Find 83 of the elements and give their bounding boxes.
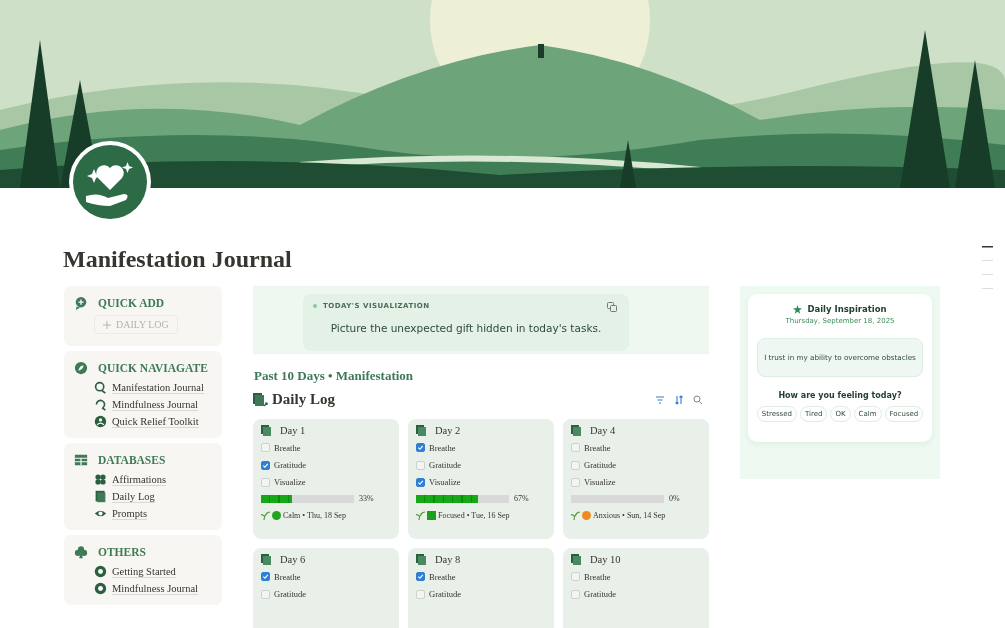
book-icon [416,554,426,565]
mood-date: Calm • Thu, 18 Sep [283,511,346,521]
magnifier-icon [94,381,107,394]
book-icon [261,425,271,436]
sidebar-link[interactable]: Quick Relief Toolkit [94,415,212,428]
checkbox[interactable] [416,443,425,453]
sidebar-link[interactable]: Daily Log [94,490,212,503]
sprout-icon [571,511,580,521]
section-title: QUICK NAVIAGATE [98,362,208,374]
card-title: Day 4 [590,425,616,436]
ring-icon [94,582,107,595]
clover-icon [94,473,107,486]
sidebar-link[interactable]: Manifestation Journal [94,381,212,394]
progress-percent: 0% [669,494,680,504]
checkbox[interactable] [261,572,270,582]
section-title: DATABASES [98,454,166,466]
mood-question: How are you feeling today? [777,391,903,400]
visualization-text: Picture the unexpected gift hidden in today's tasks. [329,322,603,334]
task-label: Gratitude [584,460,617,471]
inspiration-title: Daily Inspiration [807,304,887,314]
task-label: Breathe [584,571,611,582]
sprout-icon [416,511,425,521]
book-icon [416,425,426,436]
book-icon [571,554,581,565]
page-outline-icon [982,246,993,292]
section-icon [74,361,88,375]
card-title: Day 1 [280,425,306,436]
sidebar-link[interactable]: Getting Started [94,565,212,578]
sidebar-link[interactable]: Prompts [94,507,212,520]
task-label: Breathe [274,442,301,453]
task-label: Visualize [274,477,306,488]
mood-date: Focused • Tue, 16 Sep [438,511,510,521]
section-icon [74,545,88,559]
task-label: Breathe [429,442,456,453]
dot-icon [313,304,317,308]
book-icon [261,554,271,565]
day-card[interactable]: Day 1 Breathe Gratitude Visualize 33% Calm • Thu, 18 Sep [253,419,399,539]
mood-date: Anxious • Sun, 14 Sep [593,511,666,521]
task-label: Gratitude [274,460,307,471]
star-icon [793,304,803,314]
sprout-icon [261,511,270,521]
card-title: Day 10 [590,554,621,565]
progress-percent: 33% [359,494,374,504]
filter-icon[interactable] [655,394,665,405]
card-title: Day 8 [435,554,461,565]
sidebar-link[interactable]: Affirmations [94,473,212,486]
book-icon [571,425,581,436]
section-icon [74,453,88,467]
progress-percent: 67% [514,494,529,504]
day-card[interactable]: Day 2 Breathe Gratitude Visualize 67% Focused • Tue, 16 Sep [408,419,554,539]
page-title: Manifestation Journal [63,245,292,274]
section-icon [74,296,88,310]
checkbox[interactable] [416,477,425,487]
search-icon[interactable] [693,394,703,405]
checkbox[interactable] [416,572,425,582]
database-title: Daily Log [272,391,335,408]
task-label: Breathe [274,571,301,582]
card-title: Day 6 [280,554,306,565]
card-title: Day 2 [435,425,461,436]
person-icon [94,415,107,428]
section-title: OTHERS [98,546,146,558]
task-label: Breathe [584,442,611,453]
task-label: Gratitude [429,589,462,600]
task-label: Visualize [584,477,616,488]
sidebar-link[interactable]: Mindfulness Journal [94,398,212,411]
book-icon [94,490,107,503]
copy-icon[interactable] [607,302,617,312]
task-label: Breathe [429,571,456,582]
day-card[interactable]: Day 6 Breathe Gratitude [253,548,399,628]
ring-icon [94,565,107,578]
task-label: Visualize [429,477,461,488]
book-icon [253,392,268,407]
checkbox[interactable] [261,460,270,470]
sidebar-link[interactable]: Mindfulness Journal [94,582,212,595]
section-heading: Past 10 Days • Manifestation [254,368,415,384]
sort-icon[interactable] [674,394,684,405]
arc-arrow-icon [94,398,107,411]
plus-icon [103,320,111,329]
task-label: Gratitude [584,589,617,600]
section-title: QUICK ADD [98,297,165,309]
task-label: Gratitude [429,460,462,471]
day-card[interactable]: Day 8 Breathe Gratitude [408,548,554,628]
task-label: Gratitude [274,589,307,600]
